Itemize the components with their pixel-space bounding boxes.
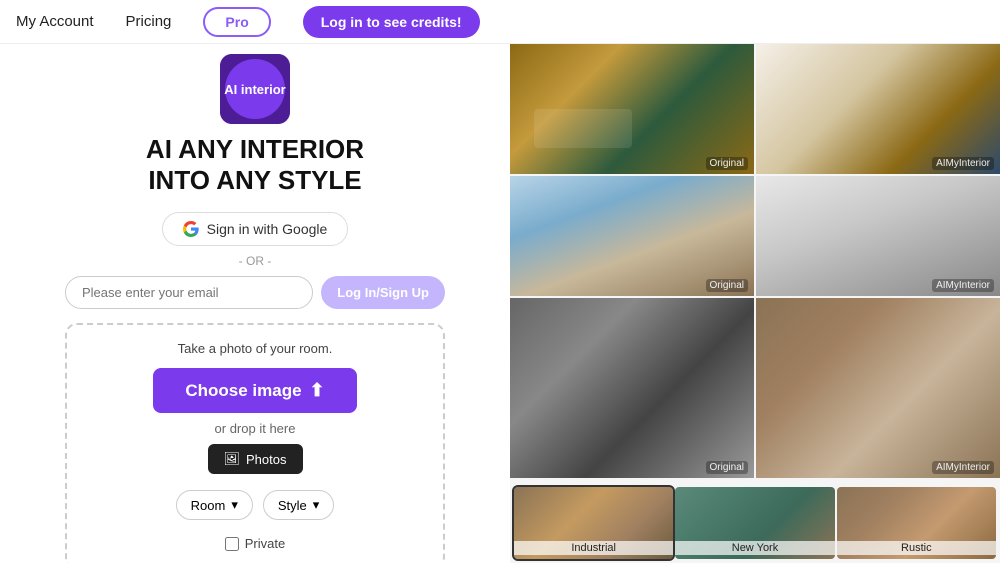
thumbnail-industrial-label: Industrial <box>514 541 673 555</box>
choose-image-label: Choose image <box>185 381 301 401</box>
upload-icon: ⬆ <box>310 380 325 401</box>
thumbnail-industrial[interactable]: Industrial <box>514 487 673 559</box>
room-chevron-icon: ▾ <box>231 497 238 513</box>
right-panel: Original AIMyInterior Original AIMyInter… <box>510 44 1000 563</box>
thumbnail-newyork-label: New York <box>675 541 834 555</box>
hero-title-line1: AI ANY INTERIOR <box>146 134 364 164</box>
style-chevron-icon: ▾ <box>313 497 320 513</box>
thumbnails-row: Industrial New York Rustic <box>510 483 1000 563</box>
email-row: Log In/Sign Up <box>65 276 445 309</box>
google-icon <box>183 221 199 237</box>
photos-label: Photos <box>246 452 286 467</box>
choose-image-button[interactable]: Choose image ⬆ <box>153 368 356 413</box>
private-label: Private <box>245 536 285 551</box>
logo-image: AI interior <box>220 54 290 124</box>
gallery-grid: Original AIMyInterior Original AIMyInter… <box>510 44 1000 483</box>
or-divider: - OR - <box>239 254 272 268</box>
thumbnail-rustic-label: Rustic <box>837 541 996 555</box>
gallery-label-2-ai: AIMyInterior <box>932 279 994 292</box>
pro-button[interactable]: Pro <box>203 7 270 37</box>
gallery-cell-2-original: Original <box>510 176 754 296</box>
style-select[interactable]: Style ▾ <box>263 490 334 520</box>
google-signin-button[interactable]: Sign in with Google <box>162 212 349 246</box>
email-input[interactable] <box>65 276 313 309</box>
gallery-cell-2-ai: AIMyInterior <box>756 176 1000 296</box>
room-select-label: Room <box>191 498 226 513</box>
my-account-link[interactable]: My Account <box>16 13 94 30</box>
gallery-label-1-original: Original <box>706 157 748 170</box>
login-signup-button[interactable]: Log In/Sign Up <box>321 276 445 309</box>
left-panel: AI interior AI ANY INTERIOR INTO ANY STY… <box>0 44 510 563</box>
room1-detail <box>510 44 754 174</box>
hero-title: AI ANY INTERIOR INTO ANY STYLE <box>146 134 364 196</box>
login-button[interactable]: Log in to see credits! <box>303 6 480 38</box>
room-select[interactable]: Room ▾ <box>176 490 253 520</box>
hero-title-line2: INTO ANY STYLE <box>148 165 361 195</box>
gallery-cell-1-ai: AIMyInterior <box>756 44 1000 174</box>
pricing-link[interactable]: Pricing <box>126 13 172 30</box>
gallery-label-3-ai: AIMyInterior <box>932 461 994 474</box>
main-layout: AI interior AI ANY INTERIOR INTO ANY STY… <box>0 44 1000 563</box>
gallery-cell-1-original: Original <box>510 44 754 174</box>
upload-box: Take a photo of your room. Choose image … <box>65 323 445 563</box>
photos-icon: 🖼 <box>224 451 241 467</box>
google-signin-label: Sign in with Google <box>207 221 328 237</box>
gallery-cell-3-original: Original <box>510 298 754 478</box>
style-select-label: Style <box>278 498 307 513</box>
drop-text: or drop it here <box>215 421 296 436</box>
logo-text: AI interior <box>224 82 285 97</box>
header-nav: My Account Pricing Pro Log in to see cre… <box>16 6 984 38</box>
photos-button[interactable]: 🖼 Photos <box>208 444 303 474</box>
private-row: Private <box>225 536 285 551</box>
gallery-label-1-ai: AIMyInterior <box>932 157 994 170</box>
thumbnail-rustic[interactable]: Rustic <box>837 487 996 559</box>
thumbnail-newyork[interactable]: New York <box>675 487 834 559</box>
select-row: Room ▾ Style ▾ <box>176 490 335 520</box>
header: My Account Pricing Pro Log in to see cre… <box>0 0 1000 44</box>
gallery-cell-3-ai: AIMyInterior <box>756 298 1000 478</box>
gallery-label-2-original: Original <box>706 279 748 292</box>
upload-box-title: Take a photo of your room. <box>178 341 333 356</box>
gallery-label-3-original: Original <box>706 461 748 474</box>
private-checkbox[interactable] <box>225 537 239 551</box>
logo-container: AI interior <box>220 54 290 124</box>
